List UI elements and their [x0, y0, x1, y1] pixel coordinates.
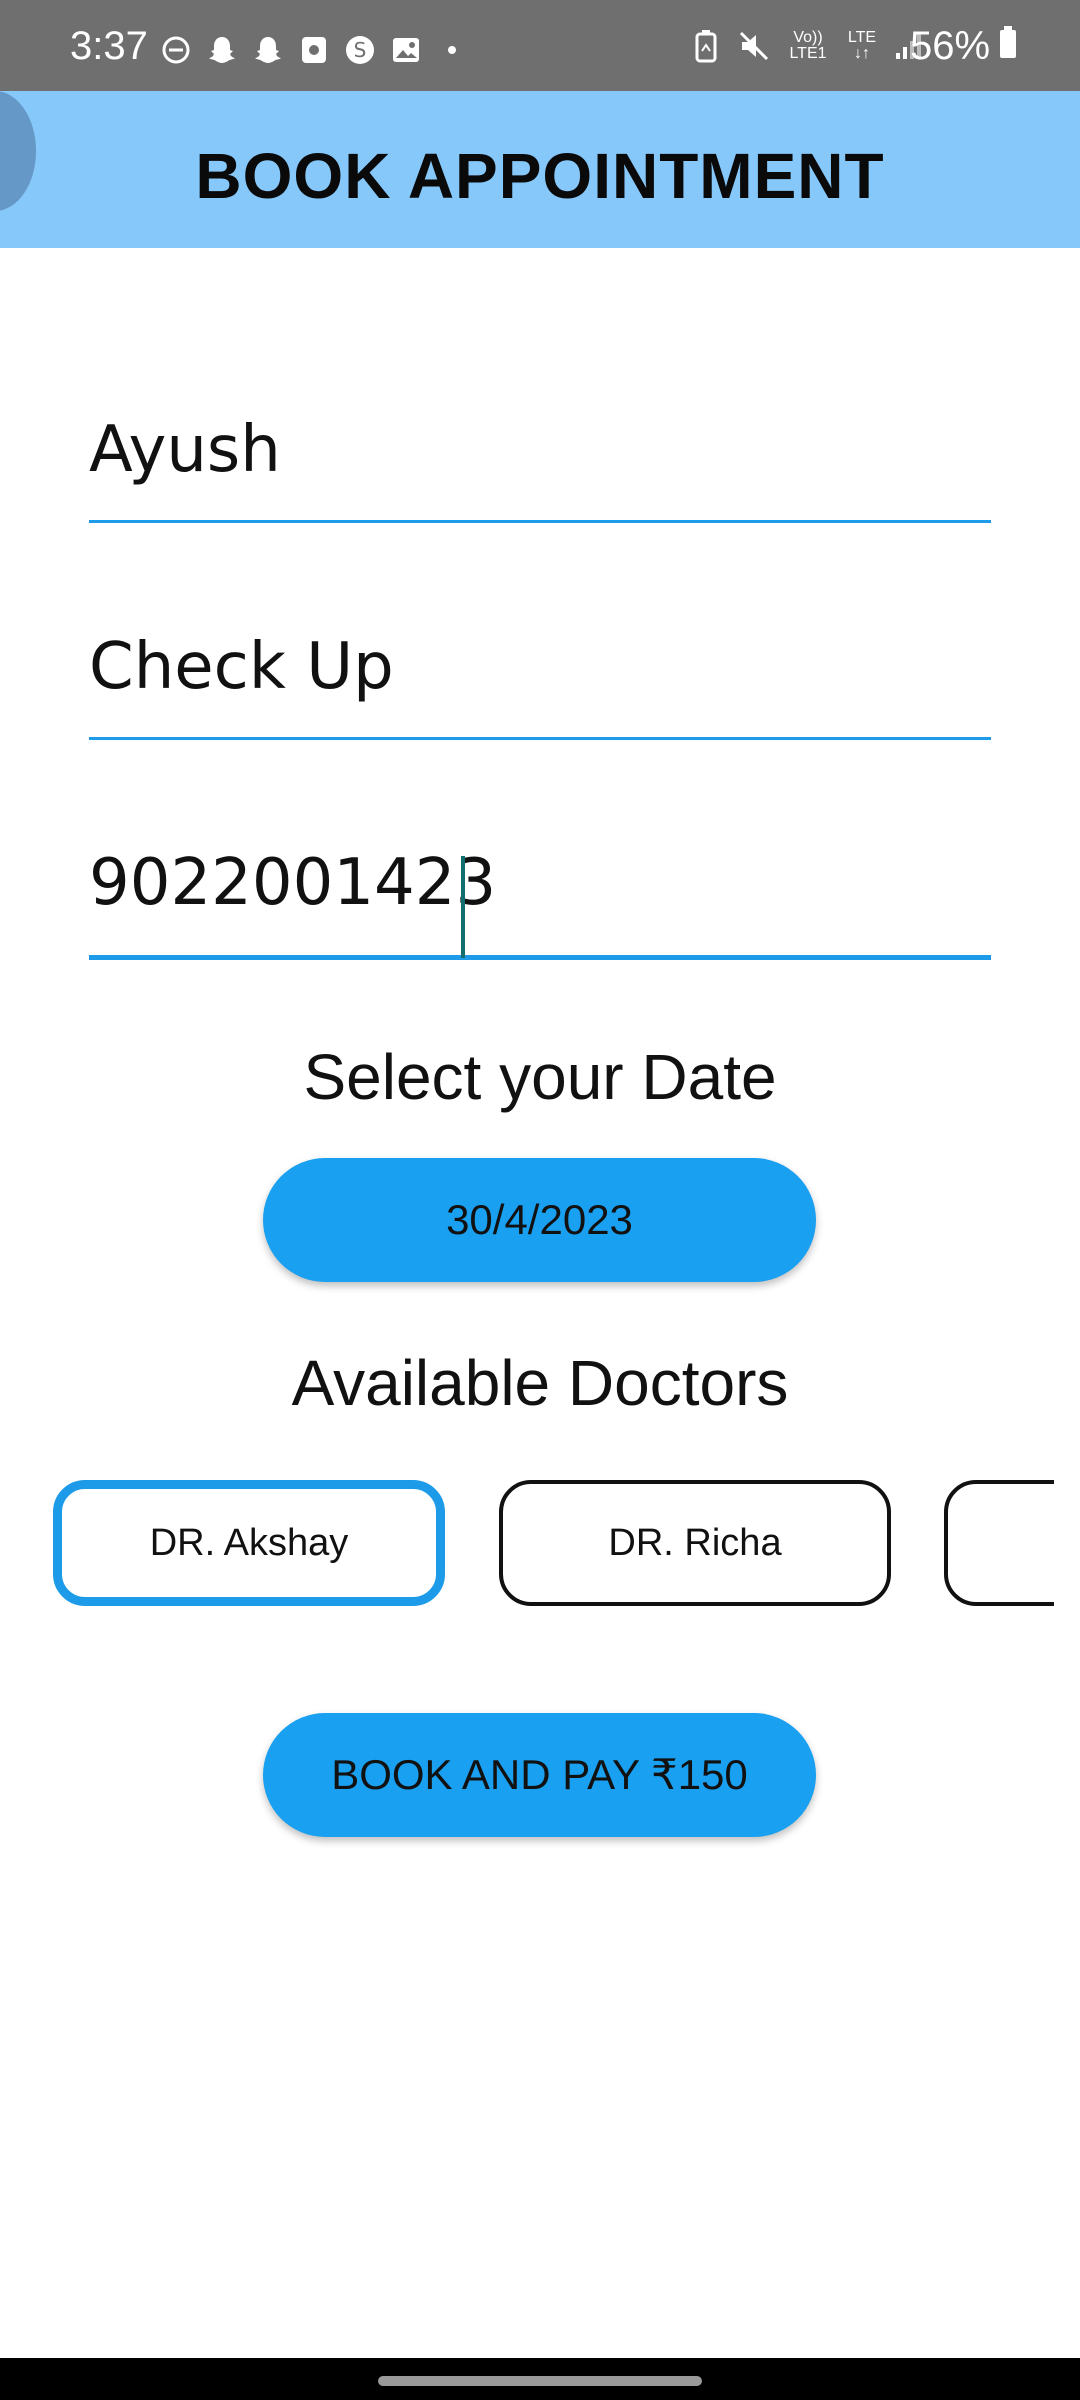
navigation-bar	[0, 2358, 1080, 2400]
date-picker-button[interactable]: 30/4/2023	[263, 1158, 816, 1282]
doctor-card-akshay[interactable]: DR. Akshay	[53, 1480, 445, 1606]
lte1-label: LTE1	[789, 45, 827, 62]
name-input[interactable]	[89, 413, 991, 487]
battery-icon	[998, 24, 1018, 69]
mute-icon	[738, 30, 770, 62]
phone-field[interactable]	[89, 846, 991, 960]
name-field[interactable]	[89, 413, 991, 523]
reason-input[interactable]	[89, 630, 991, 704]
lte-icon: LTE ↓↑	[846, 30, 878, 62]
app-icon	[298, 34, 330, 66]
book-and-pay-button[interactable]: BOOK AND PAY ₹150	[263, 1713, 816, 1837]
reason-field[interactable]	[89, 630, 991, 740]
volte-icon: Vo)) LTE1	[786, 30, 830, 62]
select-date-label: Select your Date	[303, 1041, 777, 1113]
page-title: BOOK APPOINTMENT	[195, 140, 885, 212]
app-bar: BOOK APPOINTMENT	[0, 91, 1080, 248]
doctor-list[interactable]: DR. Akshay DR. Richa	[0, 1470, 1054, 1610]
threads-icon: S	[344, 34, 376, 66]
lte-label: LTE	[847, 29, 877, 46]
battery-saver-icon	[690, 30, 722, 63]
battery-percent: 56%	[910, 24, 991, 68]
doctor-card-richa[interactable]: DR. Richa	[499, 1480, 891, 1606]
status-bar: 3:37 S Vo)) LTE1 LTE ↓↑ 56%	[0, 0, 1080, 91]
notification-icons: S	[160, 34, 468, 66]
text-cursor	[461, 856, 465, 958]
gallery-icon	[390, 34, 422, 66]
battery-status: 56%	[910, 24, 1018, 69]
svg-text:S: S	[354, 38, 367, 62]
lte-arrows-icon: ↓↑	[854, 45, 870, 62]
dot-icon	[436, 34, 468, 66]
doctor-card-partial[interactable]	[944, 1480, 1054, 1606]
home-handle[interactable]	[378, 2376, 702, 2386]
status-time: 3:37	[70, 24, 148, 68]
volte-label: Vo))	[793, 29, 823, 46]
available-doctors-label: Available Doctors	[291, 1347, 789, 1419]
snapchat-icon	[252, 34, 284, 66]
snapchat-icon	[206, 34, 238, 66]
system-icons: Vo)) LTE1 LTE ↓↑	[690, 30, 926, 63]
do-not-disturb-icon	[160, 34, 192, 66]
phone-input[interactable]	[89, 846, 991, 920]
